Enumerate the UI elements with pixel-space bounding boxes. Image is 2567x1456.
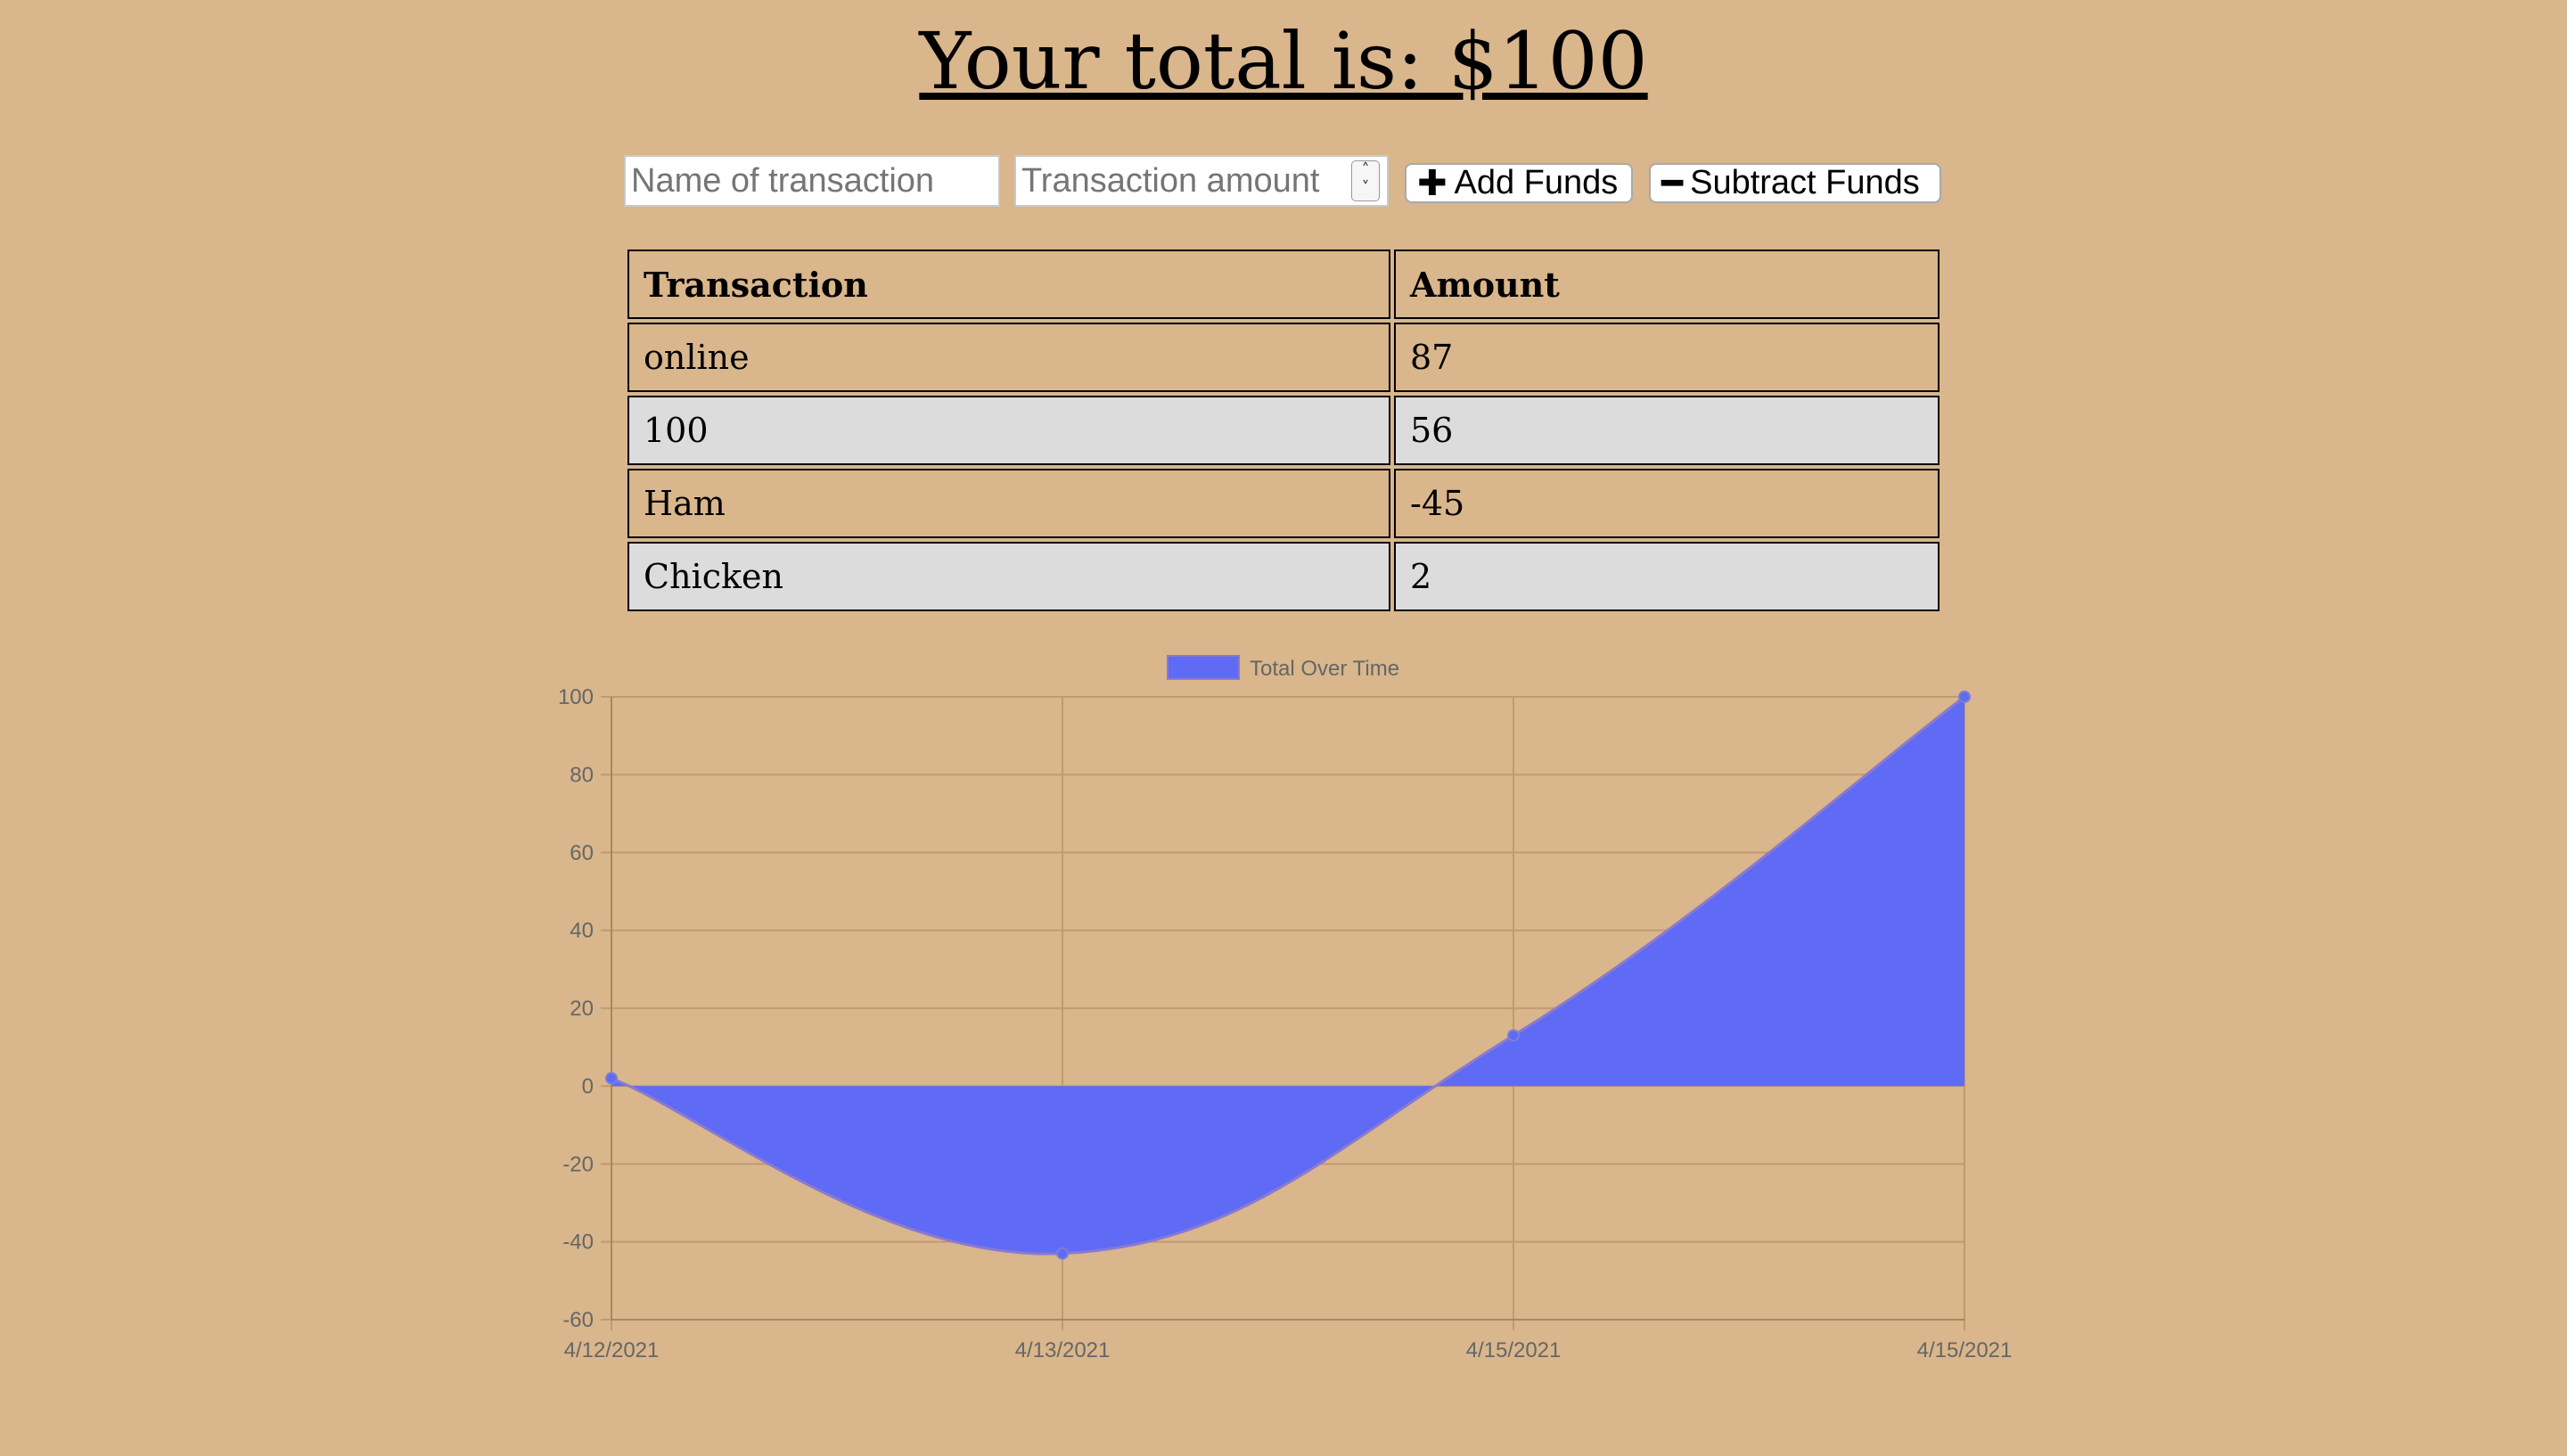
total-over-time-chart: 100 80 60 40 20 0 -20 -40 -60 4/12/2021 4/13/2021 4… — [558, 655, 2013, 1362]
data-point — [1958, 691, 1971, 703]
y-tick-label: 20 — [570, 997, 594, 1021]
y-tick-label: -40 — [562, 1231, 594, 1255]
x-tick-label: 4/15/2021 — [1917, 1338, 2013, 1362]
y-tick-label: -60 — [562, 1308, 594, 1332]
y-tick-label: 60 — [570, 841, 594, 865]
legend-label: Total Over Time — [1250, 657, 1399, 681]
y-tick-label: 40 — [570, 919, 594, 943]
y-tick-label: -20 — [562, 1152, 594, 1176]
data-point — [1056, 1247, 1069, 1260]
x-tick-label: 4/12/2021 — [564, 1338, 660, 1362]
x-tick-label: 4/15/2021 — [1466, 1338, 1562, 1362]
legend-swatch — [1167, 655, 1240, 680]
series-area — [611, 697, 1964, 1255]
data-point — [605, 1072, 618, 1085]
y-tick-label: 80 — [570, 763, 594, 787]
x-tick-label: 4/13/2021 — [1015, 1338, 1111, 1362]
y-tick-label: 100 — [558, 685, 594, 709]
y-tick-label: 0 — [582, 1075, 594, 1099]
data-point — [1507, 1029, 1520, 1043]
